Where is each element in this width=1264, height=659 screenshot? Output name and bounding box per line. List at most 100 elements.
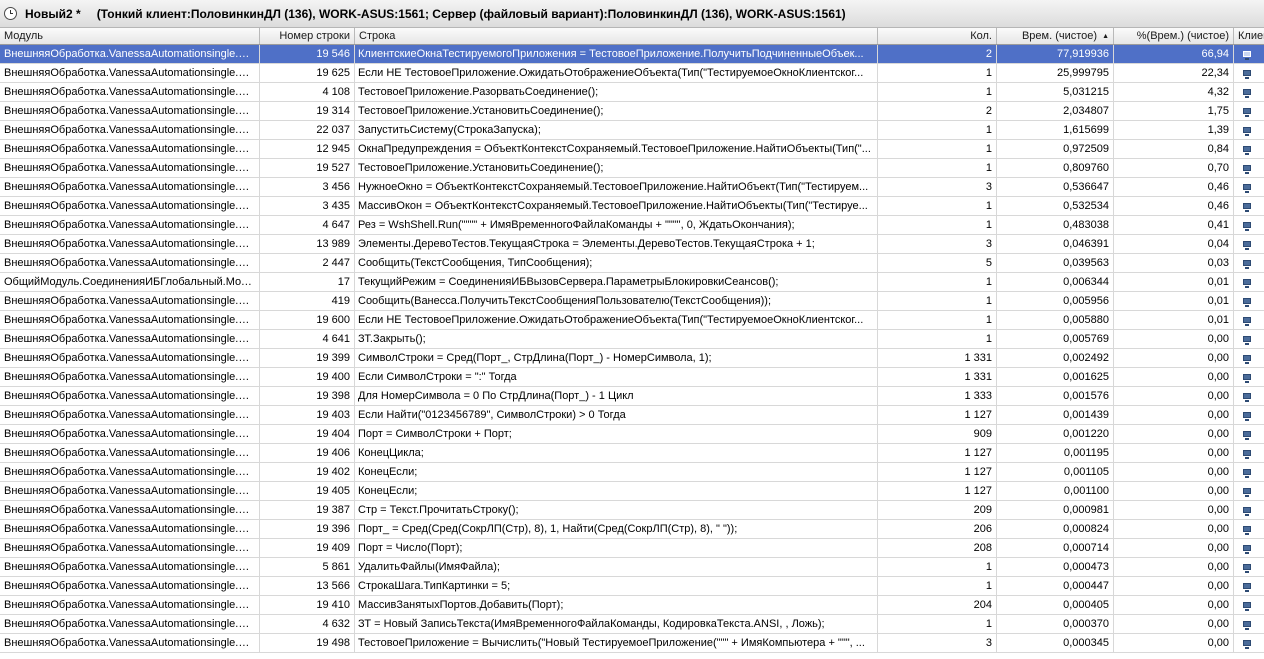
module-cell: ВнешняяОбработка.VanessaAutomationsingle… [0, 216, 260, 234]
module-cell: ВнешняяОбработка.VanessaAutomationsingle… [0, 577, 260, 595]
count-cell: 1 [878, 558, 997, 576]
table-row[interactable]: ВнешняяОбработка.VanessaAutomationsingle… [0, 368, 1264, 387]
module-cell: ОбщийМодуль.СоединенияИБГлобальный.Мод..… [0, 273, 260, 291]
client-cell [1234, 577, 1264, 595]
table-row[interactable]: ВнешняяОбработка.VanessaAutomationsingle… [0, 102, 1264, 121]
count-cell: 1 [878, 615, 997, 633]
time-percent-cell: 4,32 [1114, 83, 1234, 101]
monitor-icon [1243, 165, 1251, 175]
line-number-cell: 19 314 [260, 102, 355, 120]
line-cell: КлиентскиеОкнаТестируемогоПриложения = Т… [355, 45, 878, 63]
window-subtitle: (Тонкий клиент:ПоловинкинДЛ (136), WORK-… [96, 6, 846, 21]
monitor-icon [1243, 298, 1251, 308]
table-row[interactable]: ВнешняяОбработка.VanessaAutomationsingle… [0, 197, 1264, 216]
table-row[interactable]: ВнешняяОбработка.VanessaAutomationsingle… [0, 387, 1264, 406]
table-row[interactable]: ВнешняяОбработка.VanessaAutomationsingle… [0, 406, 1264, 425]
table-row[interactable]: ВнешняяОбработка.VanessaAutomationsingle… [0, 254, 1264, 273]
table-row[interactable]: ВнешняяОбработка.VanessaAutomationsingle… [0, 311, 1264, 330]
time-cell: 0,000405 [997, 596, 1114, 614]
table-row[interactable]: ВнешняяОбработка.VanessaAutomationsingle… [0, 520, 1264, 539]
column-header-count[interactable]: Кол. [878, 28, 997, 44]
table-row[interactable]: ВнешняяОбработка.VanessaAutomationsingle… [0, 292, 1264, 311]
column-header-time-pure[interactable]: Врем. (чистое) ▲ [997, 28, 1114, 44]
line-cell: ТестовоеПриложение.РазорватьСоединение()… [355, 83, 878, 101]
table-row[interactable]: ВнешняяОбработка.VanessaAutomationsingle… [0, 159, 1264, 178]
count-cell: 204 [878, 596, 997, 614]
client-cell [1234, 102, 1264, 120]
time-cell: 0,002492 [997, 349, 1114, 367]
line-cell: Рез = WshShell.Run("""" + ИмяВременногоФ… [355, 216, 878, 234]
monitor-icon [1243, 146, 1251, 156]
count-cell: 1 127 [878, 406, 997, 424]
line-cell: Стр = Текст.ПрочитатьСтроку(); [355, 501, 878, 519]
column-header-client[interactable]: Клиен [1234, 28, 1264, 44]
table-row[interactable]: ВнешняяОбработка.VanessaAutomationsingle… [0, 349, 1264, 368]
table-row[interactable]: ВнешняяОбработка.VanessaAutomationsingle… [0, 463, 1264, 482]
monitor-icon [1243, 602, 1251, 612]
table-row[interactable]: ВнешняяОбработка.VanessaAutomationsingle… [0, 216, 1264, 235]
table-row[interactable]: ВнешняяОбработка.VanessaAutomationsingle… [0, 140, 1264, 159]
line-number-cell: 19 403 [260, 406, 355, 424]
table-row[interactable]: ОбщийМодуль.СоединенияИБГлобальный.Мод..… [0, 273, 1264, 292]
line-cell: ЗТ = Новый ЗаписьТекста(ИмяВременногоФай… [355, 615, 878, 633]
table-row[interactable]: ВнешняяОбработка.VanessaAutomationsingle… [0, 178, 1264, 197]
client-cell [1234, 520, 1264, 538]
count-cell: 909 [878, 425, 997, 443]
line-number-cell: 19 410 [260, 596, 355, 614]
time-cell: 0,000345 [997, 634, 1114, 652]
module-cell: ВнешняяОбработка.VanessaAutomationsingle… [0, 501, 260, 519]
table-row[interactable]: ВнешняяОбработка.VanessaAutomationsingle… [0, 501, 1264, 520]
time-cell: 0,001576 [997, 387, 1114, 405]
line-cell: Порт = СимволСтроки + Порт; [355, 425, 878, 443]
time-cell: 0,001195 [997, 444, 1114, 462]
table-row[interactable]: ВнешняяОбработка.VanessaAutomationsingle… [0, 45, 1264, 64]
table-row[interactable]: ВнешняяОбработка.VanessaAutomationsingle… [0, 425, 1264, 444]
time-cell: 0,005956 [997, 292, 1114, 310]
table-row[interactable]: ВнешняяОбработка.VanessaAutomationsingle… [0, 558, 1264, 577]
line-number-cell: 19 398 [260, 387, 355, 405]
line-number-cell: 3 435 [260, 197, 355, 215]
table-row[interactable]: ВнешняяОбработка.VanessaAutomationsingle… [0, 482, 1264, 501]
count-cell: 1 [878, 159, 997, 177]
module-cell: ВнешняяОбработка.VanessaAutomationsingle… [0, 349, 260, 367]
table-row[interactable]: ВнешняяОбработка.VanessaAutomationsingle… [0, 330, 1264, 349]
time-percent-cell: 0,46 [1114, 197, 1234, 215]
line-number-cell: 19 405 [260, 482, 355, 500]
time-percent-cell: 0,00 [1114, 349, 1234, 367]
module-cell: ВнешняяОбработка.VanessaAutomationsingle… [0, 596, 260, 614]
table-row[interactable]: ВнешняяОбработка.VanessaAutomationsingle… [0, 634, 1264, 653]
module-cell: ВнешняяОбработка.VanessaAutomationsingle… [0, 330, 260, 348]
table-row[interactable]: ВнешняяОбработка.VanessaAutomationsingle… [0, 596, 1264, 615]
table-row[interactable]: ВнешняяОбработка.VanessaAutomationsingle… [0, 615, 1264, 634]
time-cell: 0,809760 [997, 159, 1114, 177]
monitor-icon [1243, 640, 1251, 650]
table-row[interactable]: ВнешняяОбработка.VanessaAutomationsingle… [0, 539, 1264, 558]
line-number-cell: 19 402 [260, 463, 355, 481]
table-row[interactable]: ВнешняяОбработка.VanessaAutomationsingle… [0, 121, 1264, 140]
column-header-time-pure-label: Врем. (чистое) [1021, 30, 1098, 42]
time-percent-cell: 0,00 [1114, 501, 1234, 519]
module-cell: ВнешняяОбработка.VanessaAutomationsingle… [0, 463, 260, 481]
column-header-line[interactable]: Строка [355, 28, 878, 44]
table-row[interactable]: ВнешняяОбработка.VanessaAutomationsingle… [0, 83, 1264, 102]
line-number-cell: 13 989 [260, 235, 355, 253]
time-percent-cell: 0,01 [1114, 273, 1234, 291]
client-cell [1234, 368, 1264, 386]
column-header-time-percent[interactable]: %(Врем.) (чистое) [1114, 28, 1234, 44]
column-header-module[interactable]: Модуль [0, 28, 260, 44]
client-cell [1234, 64, 1264, 82]
line-number-cell: 4 632 [260, 615, 355, 633]
module-cell: ВнешняяОбработка.VanessaAutomationsingle… [0, 425, 260, 443]
module-cell: ВнешняяОбработка.VanessaAutomationsingle… [0, 539, 260, 557]
table-row[interactable]: ВнешняяОбработка.VanessaAutomationsingle… [0, 444, 1264, 463]
table-row[interactable]: ВнешняяОбработка.VanessaAutomationsingle… [0, 577, 1264, 596]
table-row[interactable]: ВнешняяОбработка.VanessaAutomationsingle… [0, 64, 1264, 83]
line-cell: ТестовоеПриложение.УстановитьСоединение(… [355, 102, 878, 120]
count-cell: 2 [878, 45, 997, 63]
module-cell: ВнешняяОбработка.VanessaAutomationsingle… [0, 368, 260, 386]
column-header-line-number[interactable]: Номер строки [260, 28, 355, 44]
client-cell [1234, 444, 1264, 462]
table-row[interactable]: ВнешняяОбработка.VanessaAutomationsingle… [0, 235, 1264, 254]
sort-ascending-icon: ▲ [1102, 33, 1109, 40]
line-number-cell: 19 399 [260, 349, 355, 367]
